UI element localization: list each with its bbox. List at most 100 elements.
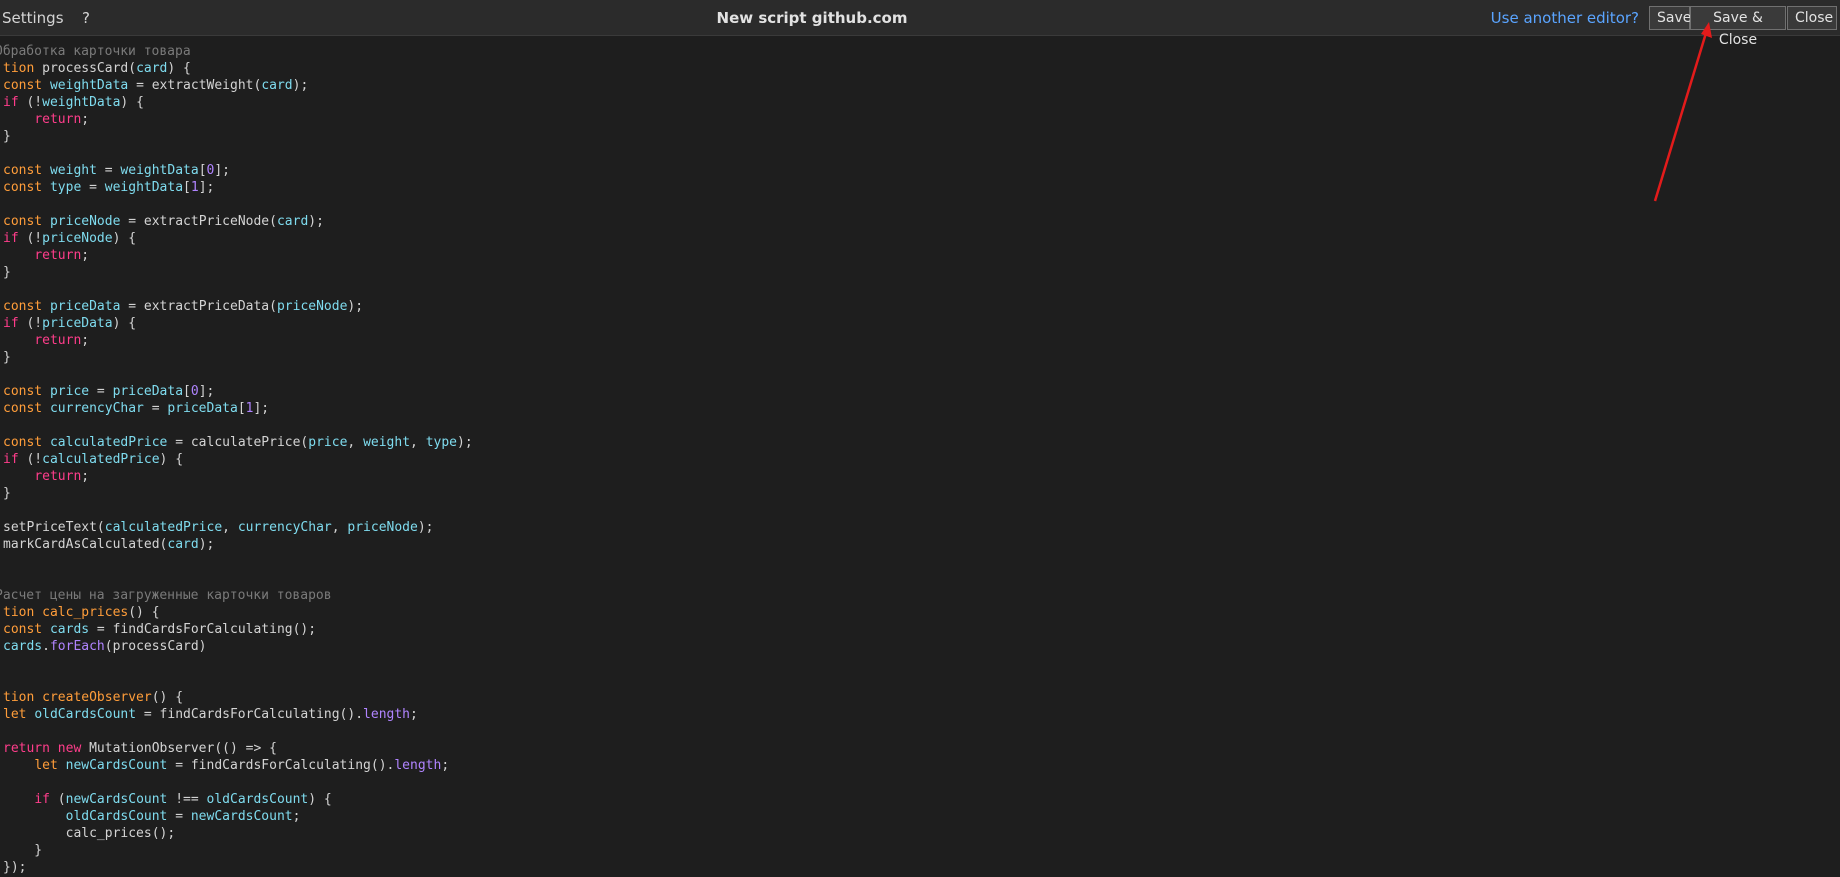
code-token: = calculatePrice(: [167, 435, 309, 450]
code-token: ,: [222, 520, 238, 535]
code-line-text: const type = weightData[1];: [3, 179, 214, 196]
code-line-text: }: [3, 842, 42, 859]
code-line: }: [0, 842, 1840, 859]
code-token: }: [3, 265, 11, 280]
code-token: oldCardsCount: [206, 792, 309, 807]
code-token: = extractWeight(: [128, 78, 262, 93]
code-token: }: [3, 843, 43, 858]
code-token: (!: [18, 231, 43, 246]
code-token: const: [3, 299, 50, 314]
code-token: weight: [49, 163, 97, 178]
code-line-text: const cards = findCardsForCalculating();: [3, 621, 316, 638]
code-token: }: [3, 486, 11, 501]
code-token: const: [3, 435, 50, 450]
code-token: Обработка карточки товара: [0, 44, 191, 59]
code-token: ];: [214, 163, 231, 178]
code-line: let oldCardsCount = findCardsForCalculat…: [0, 706, 1840, 723]
code-token: cards: [49, 622, 90, 637]
code-token: return: [34, 333, 82, 348]
code-line: calc_prices();: [0, 825, 1840, 842]
code-token: const: [3, 384, 50, 399]
code-line-text: tion calc_prices() {: [3, 604, 160, 621]
code-token: currencyChar: [49, 401, 144, 416]
code-token: = findCardsForCalculating().: [167, 758, 395, 773]
code-line-text: const priceNode = extractPriceNode(card)…: [3, 213, 324, 230]
code-editor[interactable]: Обработка карточки товара tion processCar…: [0, 43, 1840, 877]
code-token: calc_prices();: [3, 826, 176, 841]
code-token: price: [308, 435, 348, 450]
code-line-text: }: [3, 264, 11, 281]
close-button[interactable]: Close: [1787, 6, 1837, 30]
code-line-text: }: [3, 485, 11, 502]
code-token: ) {: [167, 61, 191, 76]
code-token: ;: [81, 333, 90, 348]
code-token: priceNode: [49, 214, 121, 229]
code-token: ) {: [112, 231, 137, 246]
code-token: =: [81, 180, 105, 195]
code-line: }: [0, 264, 1840, 281]
code-token: weightData: [49, 78, 129, 93]
code-line-text: let oldCardsCount = findCardsForCalculat…: [3, 706, 418, 723]
save-and-close-button[interactable]: Save & Close: [1690, 6, 1786, 48]
code-token: priceNode: [276, 299, 348, 314]
code-token: const: [3, 214, 50, 229]
code-token: );: [198, 537, 215, 552]
code-token: ) {: [159, 452, 184, 467]
code-line-text: });: [3, 859, 26, 876]
code-token: calc_prices: [42, 605, 129, 620]
code-token: 1: [190, 180, 199, 195]
code-line-text: setPriceText(calculatedPrice, currencyCh…: [3, 519, 434, 536]
code-token: =: [96, 163, 121, 178]
code-line-text: markCardAsCalculated(card);: [3, 536, 214, 553]
code-line: }: [0, 485, 1840, 502]
code-token: = extractPriceData(: [120, 299, 277, 314]
code-line: return;: [0, 332, 1840, 349]
code-line: markCardAsCalculated(card);: [0, 536, 1840, 553]
code-token: return: [34, 469, 82, 484]
code-token: if: [3, 95, 19, 110]
code-line: }: [0, 128, 1840, 145]
code-token: if: [34, 792, 50, 807]
code-line: }: [0, 349, 1840, 366]
code-token: ,: [347, 435, 364, 450]
code-token: priceData: [167, 401, 238, 416]
code-line: const calculatedPrice = calculatePrice(p…: [0, 434, 1840, 451]
code-token: newCardsCount: [190, 809, 293, 824]
code-token: (!: [18, 316, 43, 331]
code-token: ];: [253, 401, 270, 416]
code-line-text: return;: [3, 247, 89, 264]
save-button[interactable]: Save: [1649, 6, 1691, 30]
code-token: [: [183, 384, 191, 399]
code-token: const: [3, 401, 50, 416]
code-token: card: [276, 214, 309, 229]
code-token: ) {: [112, 316, 137, 331]
code-line: if (newCardsCount !== oldCardsCount) {: [0, 791, 1840, 808]
use-another-editor-link[interactable]: Use another editor?: [1491, 0, 1639, 36]
code-token: card: [167, 537, 199, 552]
code-token: () {: [151, 690, 184, 705]
code-line-text: if (!priceData) {: [3, 315, 136, 332]
code-token: ;: [81, 112, 90, 127]
code-token: priceData: [49, 299, 121, 314]
code-line-text: return;: [3, 468, 89, 485]
code-token: setPriceText(: [3, 520, 105, 535]
code-line: Расчет цены на загруженные карточки това…: [0, 587, 1840, 604]
code-line: if (!priceData) {: [0, 315, 1840, 332]
code-line: const weight = weightData[0];: [0, 162, 1840, 179]
code-token: });: [3, 860, 27, 875]
code-token: newCardsCount: [65, 758, 168, 773]
code-token: (!: [18, 95, 43, 110]
code-line: cards.forEach(processCard): [0, 638, 1840, 655]
code-line-text: tion createObserver() {: [3, 689, 183, 706]
code-line: return;: [0, 111, 1840, 128]
